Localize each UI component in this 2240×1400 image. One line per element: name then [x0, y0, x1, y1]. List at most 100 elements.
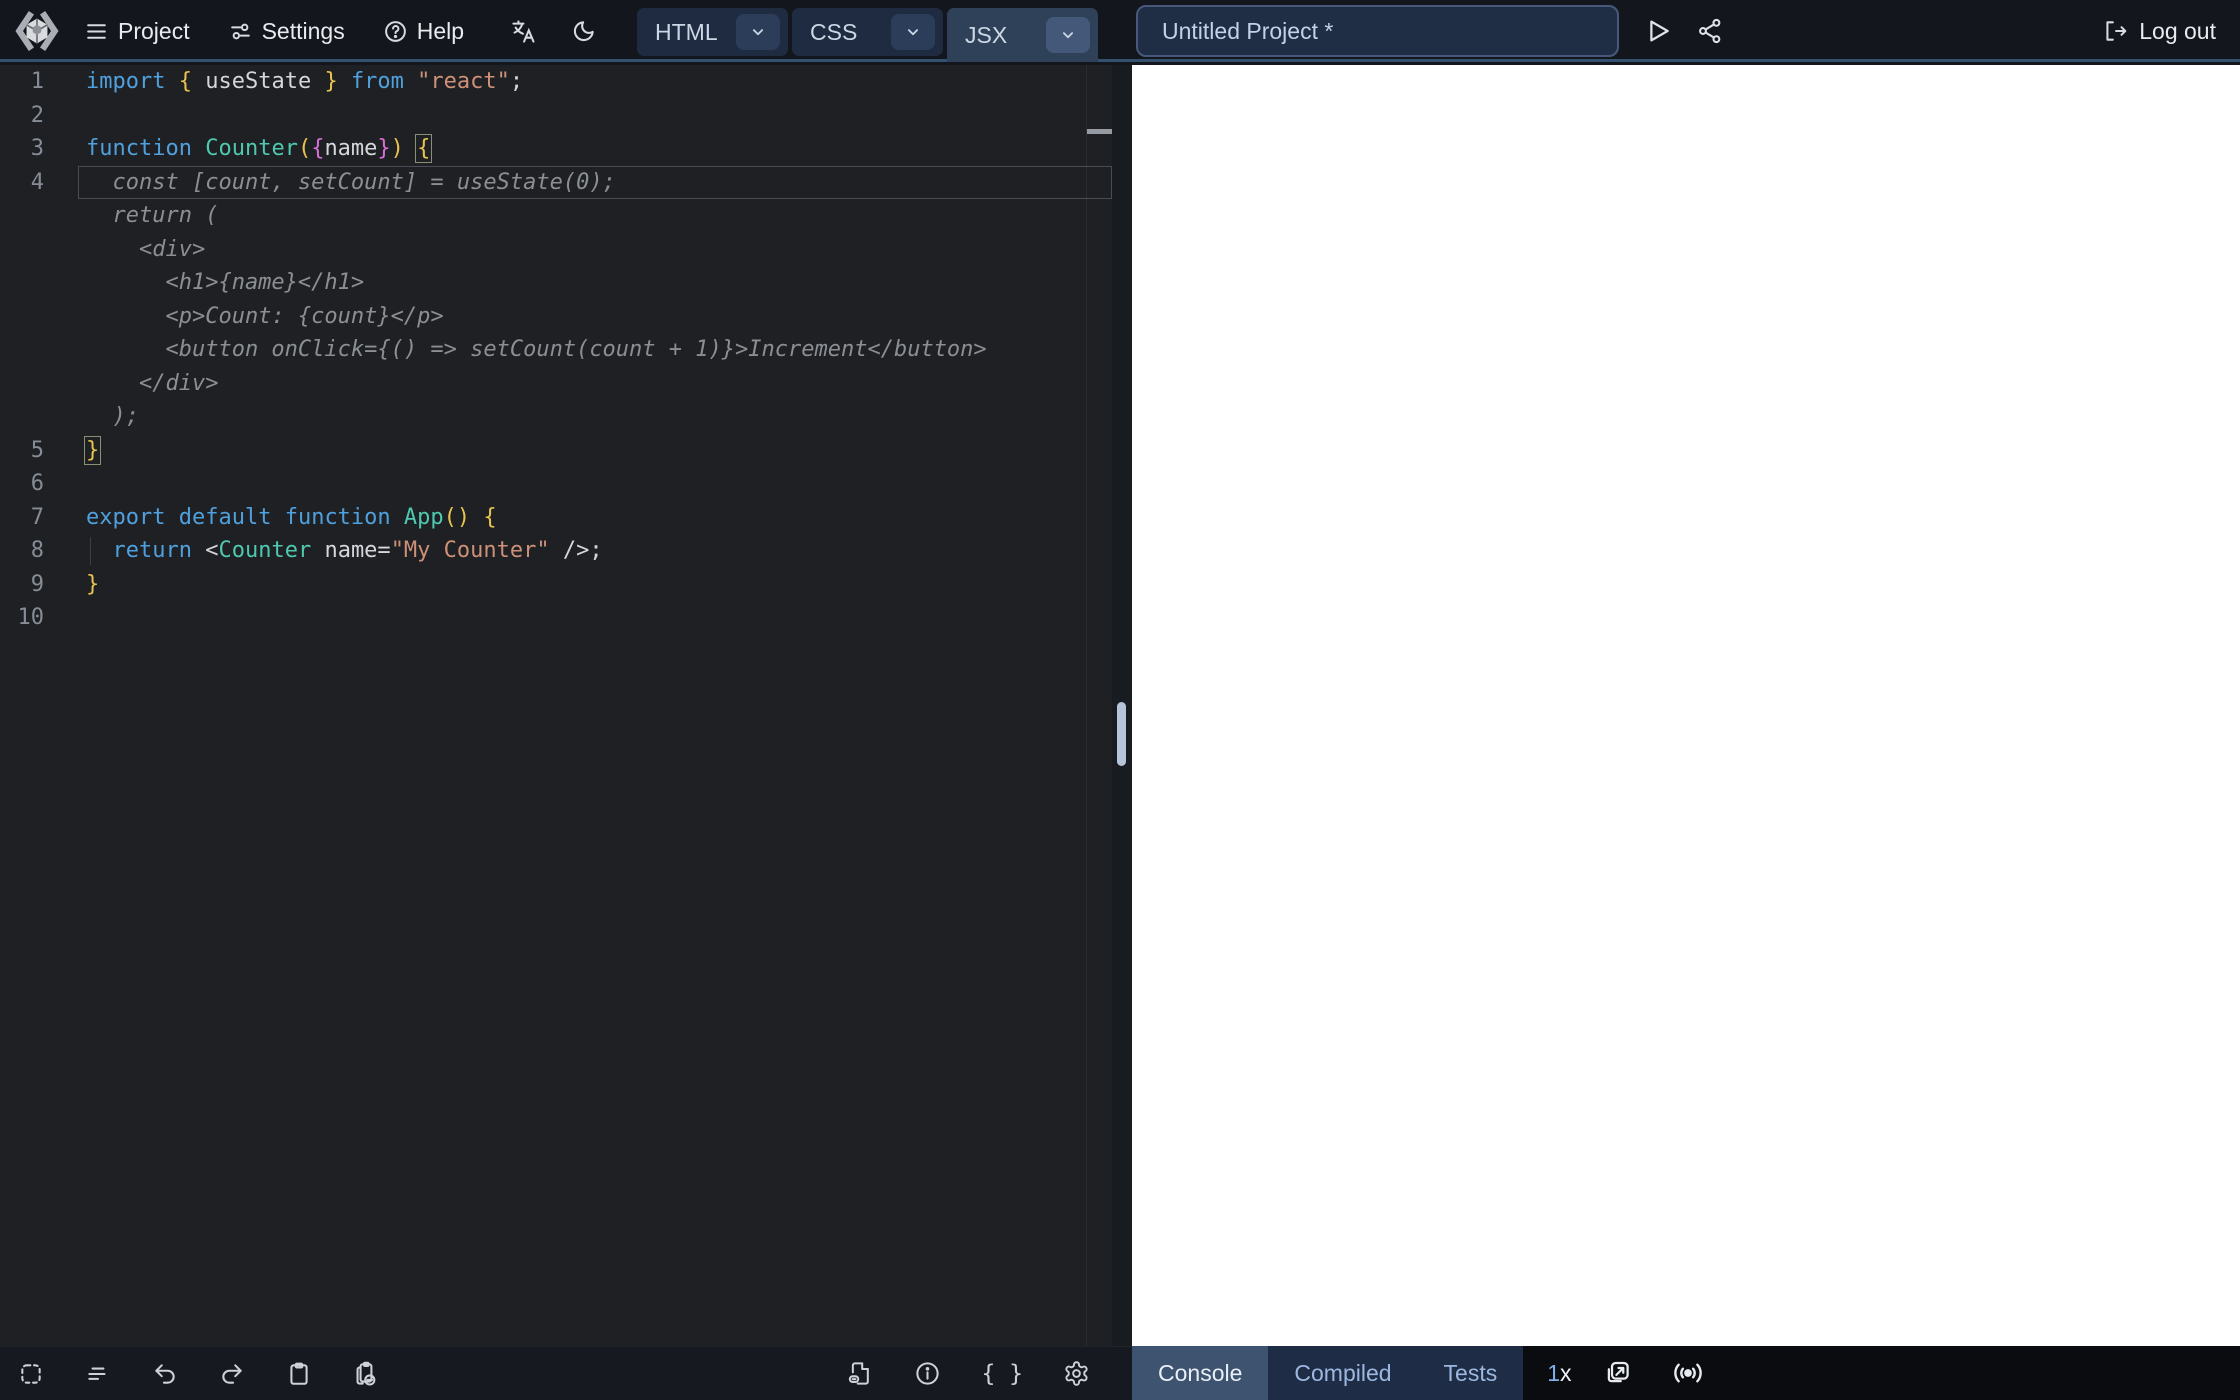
pane-resize-divider[interactable]: [1112, 65, 1132, 1346]
chevron-down-icon[interactable]: [1046, 17, 1090, 53]
tab-css[interactable]: CSS: [792, 8, 943, 56]
sliders-icon: [228, 19, 253, 44]
code-text: <div>: [86, 233, 205, 267]
undo-icon[interactable]: [152, 1361, 178, 1387]
code-line[interactable]: return (: [0, 199, 1112, 233]
speed-value: 1: [1547, 1360, 1560, 1386]
code-text: export default function App() {: [86, 501, 497, 535]
tab-console[interactable]: Console: [1132, 1346, 1268, 1400]
settings-icon[interactable]: [1063, 1360, 1090, 1387]
code-line[interactable]: <h1>{name}</h1>: [0, 266, 1112, 300]
braces-icon[interactable]: { }: [981, 1361, 1023, 1387]
line-number: [0, 233, 44, 267]
code-text: const [count, setCount] = useState(0);: [86, 166, 616, 200]
overview-ruler-cursor-marker: [1087, 129, 1112, 134]
translate-icon[interactable]: [510, 18, 537, 45]
code-line[interactable]: 1 import { useState } from "react";: [0, 65, 1112, 99]
menu-help[interactable]: Help: [383, 18, 464, 45]
tab-compiled[interactable]: Compiled: [1268, 1346, 1417, 1400]
brand-menu: Project Settings Help: [14, 0, 597, 62]
line-number: 5: [0, 434, 44, 468]
play-icon[interactable]: [1642, 16, 1672, 46]
editor-toolbar-left: [0, 1361, 379, 1387]
preview-pane[interactable]: [1132, 65, 2240, 1346]
logout-label: Log out: [2139, 18, 2216, 45]
code-line[interactable]: 5}: [0, 434, 1112, 468]
chevron-down-icon[interactable]: [891, 14, 935, 50]
info-icon[interactable]: [914, 1360, 941, 1387]
menu-project-label: Project: [118, 18, 190, 45]
file-link-icon[interactable]: [847, 1360, 874, 1387]
logout-button[interactable]: Log out: [2102, 0, 2216, 62]
code-line[interactable]: 4 const [count, setCount] = useState(0);: [0, 166, 1112, 200]
braces-glyph: { }: [981, 1361, 1023, 1387]
code-line[interactable]: </div>: [0, 367, 1112, 401]
line-number: 9: [0, 568, 44, 602]
code-text: <h1>{name}</h1>: [86, 266, 364, 300]
clipboard-minus-icon[interactable]: [353, 1361, 379, 1387]
code-line[interactable]: 8 return <Counter name="My Counter" />;: [0, 534, 1112, 568]
redo-icon[interactable]: [219, 1361, 245, 1387]
app-logo-icon[interactable]: [14, 8, 60, 54]
line-number: 2: [0, 99, 44, 133]
code-line[interactable]: );: [0, 400, 1112, 434]
code-editor[interactable]: 1 import { useState } from "react"; 23func…: [0, 65, 1112, 1346]
line-number: [0, 333, 44, 367]
top-bar: Project Settings Help: [0, 0, 2240, 62]
line-number: 7: [0, 501, 44, 535]
tab-html-label: HTML: [655, 19, 718, 46]
editor-tab-bar: HTML CSS JSX: [637, 8, 1098, 62]
tab-tests-label: Tests: [1444, 1360, 1498, 1387]
line-number: 10: [0, 601, 44, 635]
code-line[interactable]: 9}: [0, 568, 1112, 602]
tab-jsx[interactable]: JSX: [947, 8, 1098, 62]
menu-help-label: Help: [417, 18, 464, 45]
line-number: [0, 400, 44, 434]
tab-tests[interactable]: Tests: [1418, 1346, 1524, 1400]
tab-html[interactable]: HTML: [637, 8, 788, 56]
project-name-input[interactable]: [1136, 5, 1619, 57]
line-number: [0, 266, 44, 300]
menu-settings[interactable]: Settings: [228, 18, 345, 45]
console-tab-strip: Compiled Tests: [1268, 1346, 1523, 1400]
code-line[interactable]: 6: [0, 467, 1112, 501]
help-icon: [383, 19, 408, 44]
code-text: return <Counter name="My Counter" />;: [86, 534, 603, 568]
line-number: [0, 300, 44, 334]
code-line[interactable]: <p>Count: {count}</p>: [0, 300, 1112, 334]
run-share-group: [1642, 0, 1724, 62]
code-text: return (: [86, 199, 218, 233]
code-text: function Counter({name}) {: [86, 132, 430, 166]
share-icon[interactable]: [1696, 17, 1724, 45]
line-number: 1: [0, 65, 44, 99]
logout-icon: [2102, 18, 2128, 44]
clipboard-icon[interactable]: [286, 1361, 312, 1387]
open-window-icon[interactable]: [1602, 1358, 1632, 1388]
code-text: </div>: [86, 367, 218, 401]
code-line[interactable]: 3function Counter({name}) {: [0, 132, 1112, 166]
preview-status-bar: Console Compiled Tests 1x: [1132, 1346, 2240, 1400]
code-line[interactable]: 10: [0, 601, 1112, 635]
line-number: 6: [0, 467, 44, 501]
code-line[interactable]: <div>: [0, 233, 1112, 267]
code-playground-app: Project Settings Help: [0, 0, 2240, 1400]
pane-resize-handle[interactable]: [1117, 702, 1126, 766]
speed-unit: x: [1560, 1360, 1572, 1386]
broadcast-icon[interactable]: [1672, 1357, 1704, 1389]
code-text: }: [86, 568, 99, 602]
code-text: <button onClick={() => setCount(count + …: [86, 333, 987, 367]
menu-project[interactable]: Project: [84, 18, 190, 45]
tab-jsx-label: JSX: [965, 22, 1007, 49]
tab-compiled-label: Compiled: [1294, 1360, 1391, 1387]
chevron-down-icon[interactable]: [736, 14, 780, 50]
editor-toolbar-right: { }: [847, 1360, 1132, 1387]
code-text: import { useState } from "react";: [86, 65, 523, 99]
box-select-icon[interactable]: [18, 1361, 44, 1387]
playback-speed-button[interactable]: 1x: [1547, 1360, 1571, 1387]
code-line[interactable]: 2: [0, 99, 1112, 133]
moon-icon[interactable]: [571, 18, 597, 44]
code-line[interactable]: <button onClick={() => setCount(count + …: [0, 333, 1112, 367]
align-left-icon[interactable]: [85, 1361, 111, 1387]
code-line[interactable]: 7 export default function App() {: [0, 501, 1112, 535]
menu-icon: [84, 19, 109, 44]
